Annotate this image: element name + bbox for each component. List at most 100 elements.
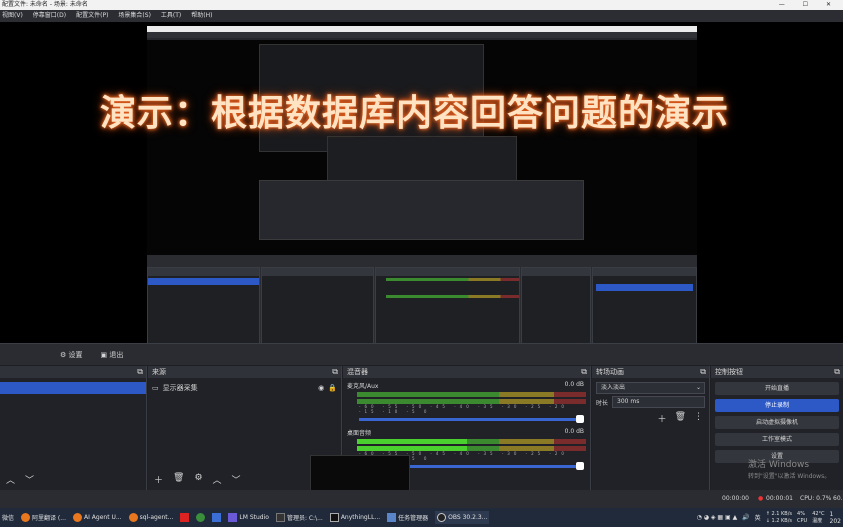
duration-input[interactable]: 300 ms bbox=[612, 396, 705, 408]
nested-mixer-panel bbox=[375, 267, 520, 345]
lock-icon[interactable]: 🔒 bbox=[328, 384, 337, 392]
nested-controls-panel bbox=[592, 267, 697, 345]
ime-indicator[interactable]: 英 bbox=[755, 513, 761, 522]
window-controls[interactable]: — ☐ ✕ bbox=[779, 0, 839, 10]
app-icon[interactable] bbox=[212, 513, 222, 522]
studio-mode-button[interactable]: 工作室模式 bbox=[715, 433, 839, 446]
status-bar: 00:00:00 ● 00:00:01 CPU: 0.7% 60. bbox=[0, 490, 843, 508]
menu-item-scene-collection[interactable]: 场景集合(S) bbox=[118, 10, 151, 22]
overlay-caption: 演示：根据数据库内容回答问题的演示 bbox=[100, 93, 730, 134]
gear-icon[interactable]: ⚙ bbox=[194, 473, 202, 486]
scene-tabs-bar: ⚙ 设置 ▣ 退出 bbox=[0, 343, 843, 365]
firefox-icon bbox=[73, 513, 82, 522]
stream-time: 00:00:00 bbox=[722, 495, 749, 502]
virtual-camera-button[interactable]: 启动虚拟摄像机 bbox=[715, 416, 839, 429]
source-label: 显示器采集 bbox=[162, 384, 198, 392]
tray-icons[interactable]: ◔ ◕ ◈ ▦ ▣ ▲ bbox=[697, 514, 738, 521]
chevron-up-icon[interactable]: ︿ bbox=[213, 473, 222, 486]
meter-scale: -60 -55 -50 -45 -40 -35 -30 -25 -20 -15 … bbox=[359, 404, 568, 414]
activate-windows-watermark: 激活 Windows 转到"设置"以激活 Windows。 bbox=[748, 460, 831, 480]
nested-preview bbox=[147, 40, 697, 255]
stop-recording-button[interactable]: 停止录制 bbox=[715, 399, 839, 412]
taskbar-item-active[interactable]: OBS 30.2.3... bbox=[435, 511, 490, 524]
add-icon[interactable]: ＋ bbox=[658, 412, 667, 425]
channel-db: 0.0 dB bbox=[564, 428, 584, 435]
firefox-icon bbox=[128, 513, 138, 522]
duration-label: 时长 bbox=[596, 399, 609, 407]
nested-transitions-panel bbox=[521, 267, 591, 345]
trash-icon[interactable]: 🗑 bbox=[675, 412, 686, 425]
dock-float-icon[interactable]: ⧉ bbox=[700, 366, 706, 378]
dock-float-icon[interactable]: ⧉ bbox=[137, 366, 143, 378]
taskbar-item[interactable]: 阿里翻译 (... bbox=[21, 513, 66, 522]
volume-slider[interactable] bbox=[359, 415, 584, 423]
anythingllm-icon bbox=[329, 513, 339, 522]
temp-indicator: 42°C 温度 bbox=[812, 510, 825, 524]
obs-icon bbox=[437, 513, 447, 522]
taskbar-item[interactable]: 管理员: C:\... bbox=[275, 513, 323, 522]
speaker-icon[interactable]: 🔊 bbox=[742, 514, 749, 521]
volume-meter bbox=[357, 392, 586, 397]
nested-scenes-panel bbox=[147, 267, 260, 345]
nested-docks bbox=[147, 255, 697, 345]
menu-item-tools[interactable]: 工具(T) bbox=[161, 10, 181, 22]
settings-tab[interactable]: ⚙ 设置 bbox=[60, 350, 83, 360]
dock-float-icon[interactable]: ⧉ bbox=[332, 366, 338, 378]
scenes-panel: ⧉ ︿ ﹀ bbox=[0, 366, 147, 490]
system-tray: ◔ ◕ ◈ ▦ ▣ ▲ 🔊 英 ↑ 2.1 KB/s ↓ 1.2 KB/s 4% … bbox=[697, 508, 841, 527]
start-streaming-button[interactable]: 开始直播 bbox=[715, 382, 839, 395]
menu-item-view[interactable]: 视图(V) bbox=[2, 10, 23, 22]
taskbar-item[interactable]: AnythingLL... bbox=[329, 513, 380, 522]
taskbar-item[interactable]: AI Agent U... bbox=[73, 513, 122, 522]
transition-select[interactable]: 淡入淡出 ⌄ bbox=[596, 382, 705, 394]
taskbar-item[interactable]: sql-agent... bbox=[128, 513, 173, 522]
exit-tab[interactable]: ▣ 退出 bbox=[101, 350, 124, 360]
channel-db: 0.0 dB bbox=[564, 381, 584, 388]
sources-title: 来源 bbox=[152, 368, 166, 376]
network-speed: ↑ 2.1 KB/s ↓ 1.2 KB/s bbox=[765, 510, 793, 524]
nested-menu-bar bbox=[147, 32, 697, 38]
channel-name: 麦克风/Aux bbox=[347, 383, 379, 390]
monitor-icon: ▭ bbox=[152, 384, 159, 392]
record-time: 00:00:01 bbox=[766, 495, 793, 502]
clock[interactable]: 1 202 bbox=[830, 511, 841, 525]
terminal-icon bbox=[275, 513, 285, 522]
scene-item-selected[interactable] bbox=[0, 382, 146, 394]
window-title-bar: 配置文件: 未命名 - 场景: 未命名 — ☐ ✕ bbox=[0, 0, 843, 10]
taskbar-item[interactable]: LM Studio bbox=[228, 513, 269, 522]
chevron-down-icon: ⌄ bbox=[695, 384, 701, 391]
eye-icon[interactable]: ◉ bbox=[318, 384, 324, 392]
channel-name: 桌面音频 bbox=[347, 430, 372, 437]
transitions-title: 转场动画 bbox=[596, 368, 624, 376]
taskbar-item[interactable]: 微信 bbox=[2, 513, 14, 522]
source-item[interactable]: ▭ 显示器采集 ◉ 🔒 bbox=[148, 378, 341, 398]
nested-sources-panel bbox=[261, 267, 374, 345]
taskbar-item[interactable]: 任务管理器 bbox=[387, 513, 428, 522]
dock-float-icon[interactable]: ⧉ bbox=[834, 366, 840, 378]
record-dot-icon: ● bbox=[758, 495, 764, 502]
menu-item-profile[interactable]: 配置文件(P) bbox=[76, 10, 108, 22]
transitions-panel: 转场动画 ⧉ 淡入淡出 ⌄ 时长 300 ms ＋ 🗑 ⋮ bbox=[592, 366, 710, 490]
chevron-up-icon[interactable]: ︿ bbox=[6, 473, 15, 486]
firefox-icon bbox=[21, 513, 31, 522]
trash-icon[interactable]: 🗑 bbox=[173, 473, 184, 486]
menu-item-help[interactable]: 帮助(H) bbox=[191, 10, 212, 22]
controls-title: 控制按钮 bbox=[715, 368, 743, 376]
nested-obs-capture bbox=[147, 26, 697, 360]
preview-canvas[interactable]: 演示：根据数据库内容回答问题的演示 bbox=[0, 22, 843, 360]
menu-item-docks[interactable]: 停靠窗口(D) bbox=[33, 10, 66, 22]
chrome-icon[interactable] bbox=[196, 513, 206, 522]
volume-meter bbox=[357, 439, 586, 444]
chevron-down-icon[interactable]: ﹀ bbox=[232, 473, 241, 486]
task-manager-icon bbox=[387, 513, 397, 522]
menu-bar: 视图(V) 停靠窗口(D) 配置文件(P) 场景集合(S) 工具(T) 帮助(H… bbox=[0, 10, 843, 22]
add-icon[interactable]: ＋ bbox=[154, 473, 163, 486]
wps-icon[interactable] bbox=[180, 513, 190, 522]
more-icon[interactable]: ⋮ bbox=[694, 412, 703, 425]
taskbar: 微信 阿里翻译 (... AI Agent U... sql-agent... … bbox=[0, 508, 843, 527]
window-title: 配置文件: 未命名 - 场景: 未命名 bbox=[2, 1, 88, 8]
dock-float-icon[interactable]: ⧉ bbox=[581, 366, 587, 378]
chevron-down-icon[interactable]: ﹀ bbox=[25, 473, 34, 486]
cpu-indicator: 4% CPU bbox=[797, 510, 808, 524]
mixer-channel-mic: 麦克风/Aux 0.0 dB -60 -55 -50 -45 -40 -35 -… bbox=[343, 378, 590, 423]
